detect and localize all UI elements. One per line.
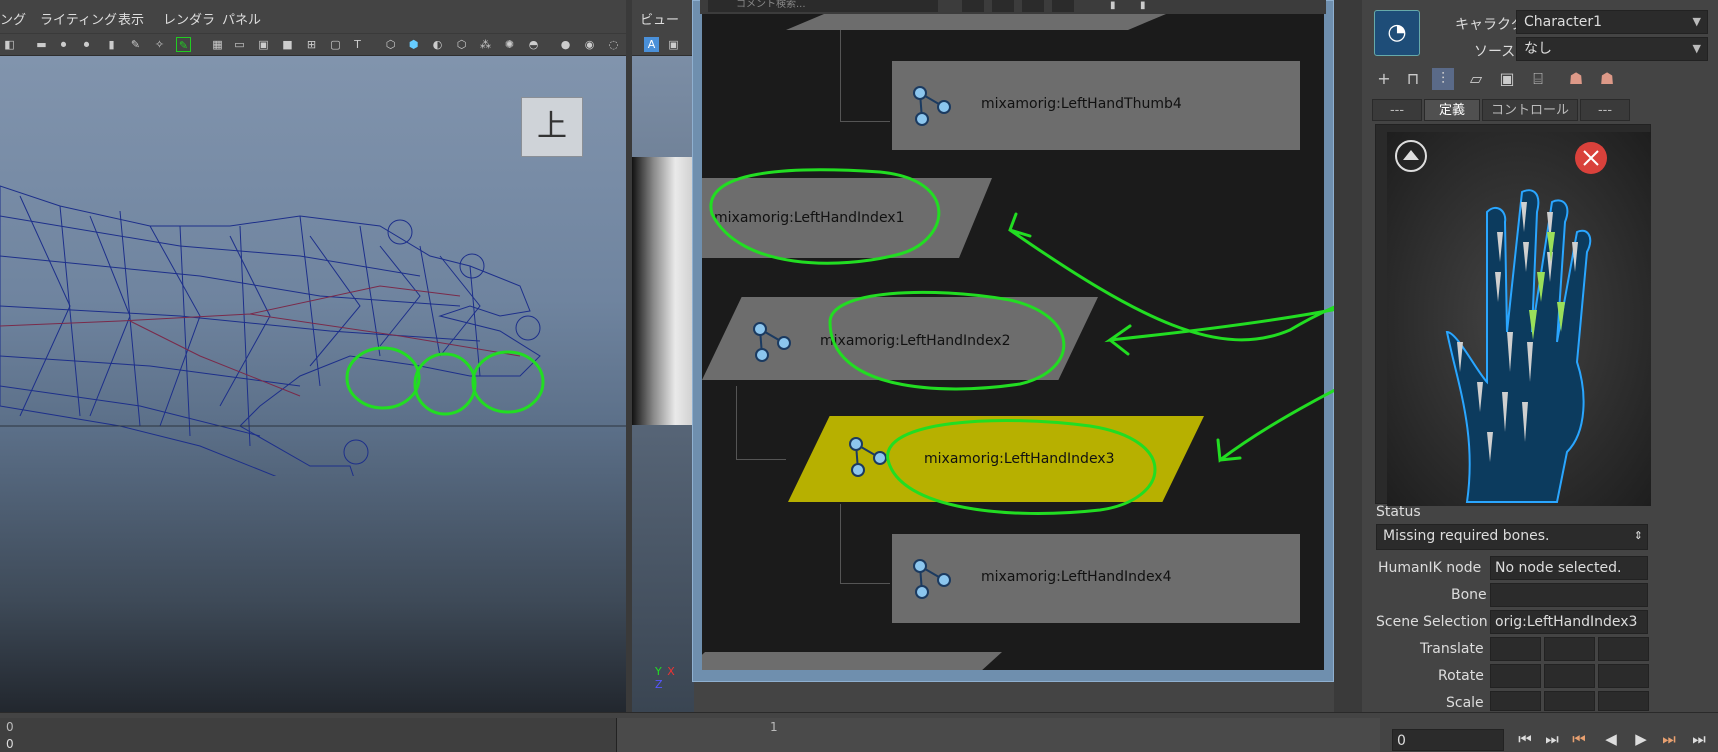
bone-label: Bone xyxy=(1451,587,1487,603)
scene-selection-value: orig:LeftHandIndex3 xyxy=(1495,614,1638,630)
save-icon[interactable]: ▣ xyxy=(1496,68,1518,90)
scale-y-field[interactable] xyxy=(1544,691,1595,711)
folder-icon[interactable]: ▱ xyxy=(1465,68,1487,90)
time-slider-range[interactable] xyxy=(616,718,1380,752)
rotate-z-field[interactable] xyxy=(1598,664,1649,688)
character-dropdown[interactable]: Character1 ▼ xyxy=(1516,10,1708,34)
go-to-end-icon[interactable]: ⏭ xyxy=(1688,728,1710,750)
source-dropdown[interactable]: なし ▼ xyxy=(1516,37,1708,61)
go-to-start-icon[interactable]: ⏮ xyxy=(1514,728,1536,750)
scene-selection-label: Scene Selection xyxy=(1376,614,1488,630)
humanik-node-field[interactable]: No node selected. xyxy=(1490,556,1648,580)
translate-z-field[interactable] xyxy=(1598,637,1649,661)
scale-z-field[interactable] xyxy=(1598,691,1649,711)
add-icon[interactable]: + xyxy=(1373,68,1395,90)
character-value: Character1 xyxy=(1524,14,1603,30)
source-value: なし xyxy=(1524,41,1552,57)
status-field[interactable]: Missing required bones. ⇕ xyxy=(1376,524,1648,550)
current-frame-field[interactable]: 0 xyxy=(1392,729,1504,751)
skeleton-icon[interactable]: ⫶ xyxy=(1432,68,1454,90)
character-icon[interactable]: ☗ xyxy=(1596,68,1618,90)
humanik-node-value: No node selected. xyxy=(1495,560,1622,576)
play-backward-icon[interactable]: ◀ xyxy=(1600,728,1622,750)
tab-definition[interactable]: 定義 xyxy=(1424,99,1480,121)
translate-x-field[interactable] xyxy=(1490,637,1541,661)
translate-label: Translate xyxy=(1420,641,1484,657)
tab-unused-2[interactable]: --- xyxy=(1580,99,1630,121)
scale-x-field[interactable] xyxy=(1490,691,1541,711)
chevron-down-icon: ▼ xyxy=(1692,15,1701,28)
current-frame-value: 0 xyxy=(1397,733,1406,749)
humanik-logo-icon[interactable]: ◔ xyxy=(1374,10,1420,56)
chevron-down-icon: ▼ xyxy=(1692,42,1701,55)
tab-unused-1[interactable]: --- xyxy=(1372,99,1422,121)
scale-label: Scale xyxy=(1446,695,1484,711)
step-back-key-icon[interactable]: ⏭ xyxy=(1541,728,1563,750)
tab-controls[interactable]: コントロール xyxy=(1482,99,1578,121)
rotate-label: Rotate xyxy=(1438,668,1484,684)
bone-field[interactable] xyxy=(1490,583,1648,607)
lock-icon[interactable]: ⊓ xyxy=(1402,68,1424,90)
timeline-start-label: 0 xyxy=(6,720,14,734)
delete-icon[interactable]: ⌸ xyxy=(1527,68,1549,90)
character-icon[interactable]: ☗ xyxy=(1565,68,1587,90)
status-label: Status xyxy=(1376,504,1421,520)
source-label: ソース: xyxy=(1474,44,1521,60)
maya-workspace: 上 ング ライティング 表示 レンダラ パネル ◧ ▬ ⏺ ⏺ ▮ ✎ ✧ ✎ … xyxy=(0,0,1718,752)
prev-key-icon[interactable]: ⏮ xyxy=(1568,728,1590,750)
timeline-frame-mark: 1 xyxy=(770,720,778,734)
spinner-icon[interactable]: ⇕ xyxy=(1634,525,1643,547)
rotate-x-field[interactable] xyxy=(1490,664,1541,688)
play-forward-icon[interactable]: ▶ xyxy=(1630,728,1652,750)
translate-y-field[interactable] xyxy=(1544,637,1595,661)
rotate-y-field[interactable] xyxy=(1544,664,1595,688)
next-key-icon[interactable]: ⏭ xyxy=(1658,728,1680,750)
status-value: Missing required bones. xyxy=(1383,528,1550,544)
humanik-node-label: HumanIK node xyxy=(1378,560,1482,576)
hand-diagram[interactable] xyxy=(1387,132,1651,506)
hand-mapping-view[interactable] xyxy=(1375,124,1651,506)
panel-divider[interactable] xyxy=(1334,0,1362,712)
scene-selection-field[interactable]: orig:LeftHandIndex3 xyxy=(1490,610,1648,634)
timeline-start-value: 0 xyxy=(6,737,14,751)
